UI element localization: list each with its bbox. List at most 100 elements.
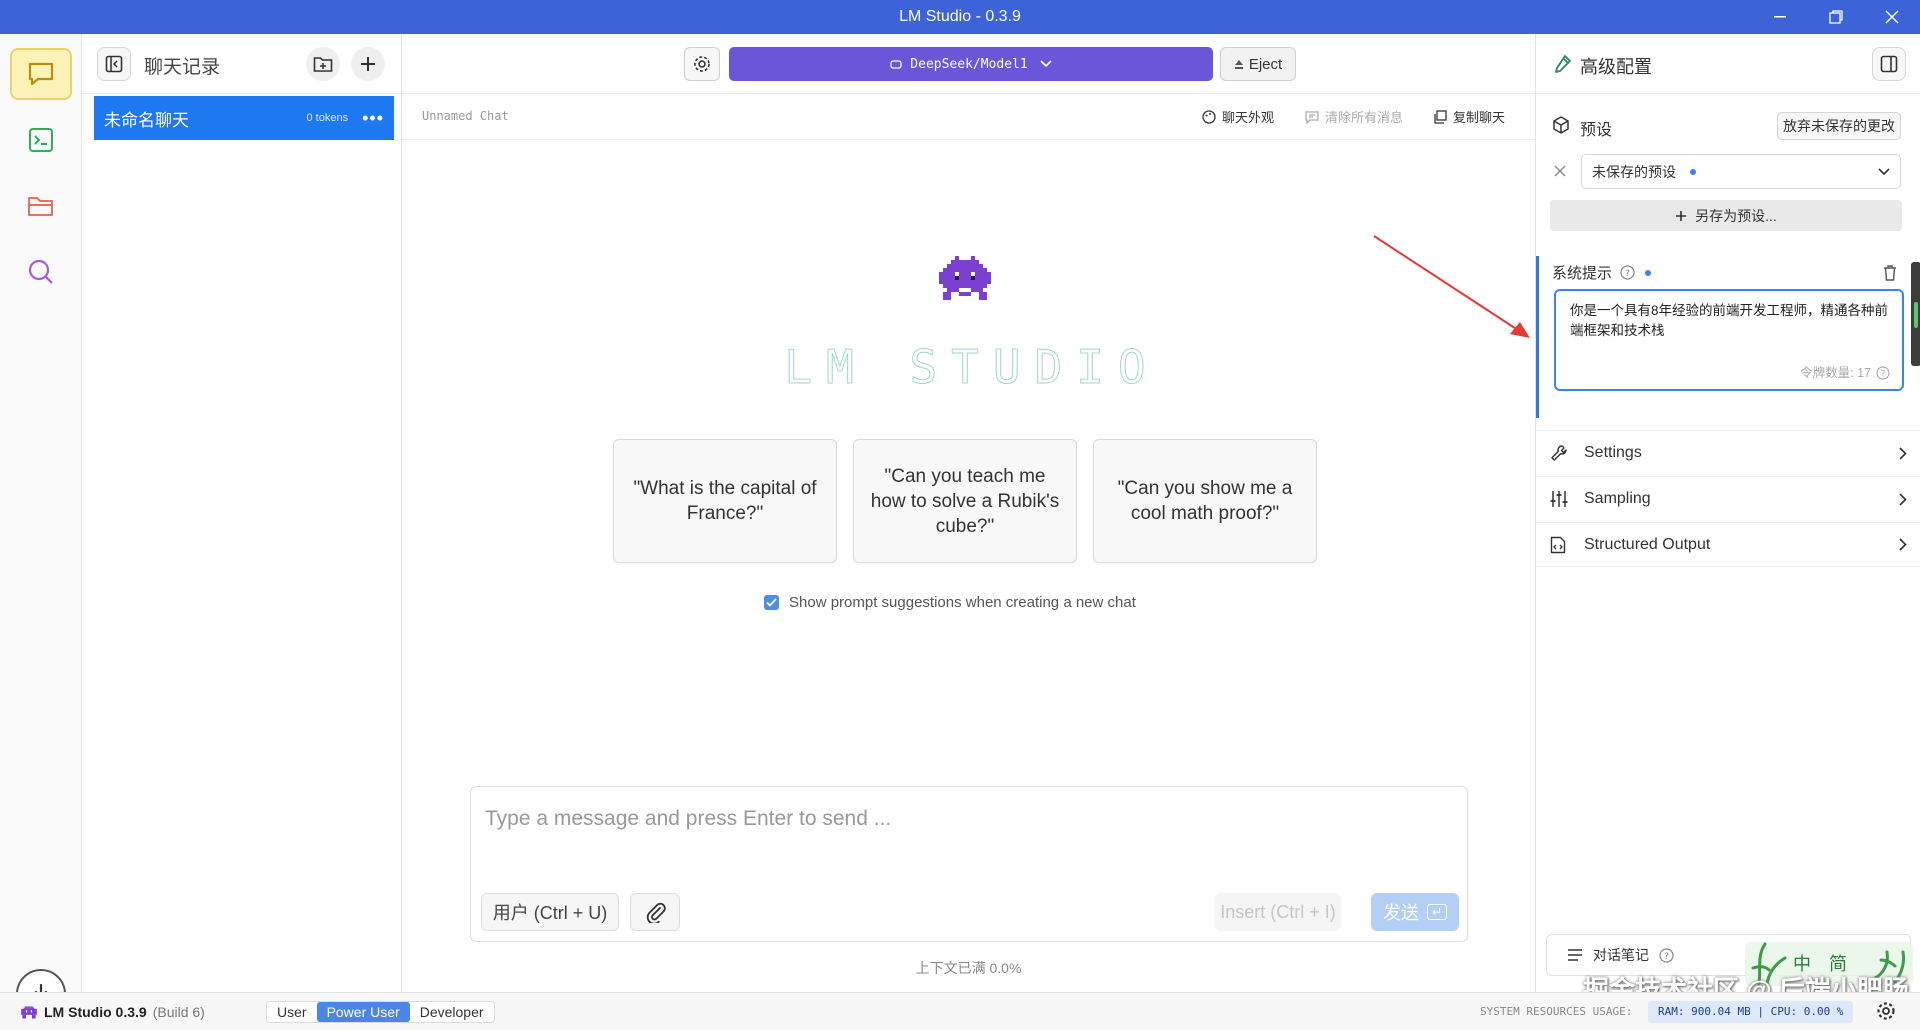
- lm-studio-mascot-icon: [21, 1006, 37, 1018]
- notes-lines-icon: [1568, 949, 1582, 961]
- chevron-down-icon: [1040, 60, 1052, 68]
- copy-icon: [1434, 109, 1447, 124]
- clear-messages-label: 清除所有消息: [1325, 110, 1404, 125]
- chat-item-name: 未命名聊天: [104, 110, 189, 130]
- toggle-config-panel-button[interactable]: [1872, 47, 1906, 81]
- prompt-suggestion-2[interactable]: "Can you teach me how to solve a Rubik's…: [853, 439, 1077, 563]
- lm-studio-logo-text: LM STUDIO: [784, 340, 1160, 395]
- eject-button[interactable]: Eject: [1220, 47, 1296, 81]
- restore-icon: [1829, 10, 1843, 24]
- svg-text:?: ?: [1881, 370, 1886, 380]
- clear-preset-icon[interactable]: [1554, 165, 1566, 177]
- minimize-button[interactable]: [1752, 0, 1808, 34]
- flask-icon: [1555, 55, 1571, 73]
- mode-user[interactable]: User: [267, 1002, 317, 1022]
- model-selector-button[interactable]: DeepSeek/Model1: [729, 47, 1213, 81]
- left-rail: [0, 34, 82, 1019]
- clear-messages-button[interactable]: 清除所有消息: [1305, 107, 1403, 126]
- help-icon[interactable]: ?: [1659, 947, 1674, 963]
- palette-icon: [1202, 109, 1216, 124]
- model-name: DeepSeek/Model1: [910, 56, 1028, 72]
- checkmark-icon: [766, 598, 777, 607]
- wrench-icon: [1551, 445, 1567, 461]
- chat-list-panel: 聊天记录 未命名聊天 0 tokens •••: [82, 34, 402, 992]
- panel-right-icon: [1880, 55, 1898, 73]
- plus-icon: [1676, 210, 1687, 221]
- search-icon: [28, 259, 53, 284]
- help-icon[interactable]: ?: [1620, 265, 1635, 280]
- save-as-preset-button[interactable]: 另存为预设...: [1550, 200, 1902, 231]
- settings-section-row[interactable]: Settings: [1536, 430, 1920, 475]
- copy-chat-button[interactable]: 复制聊天: [1433, 107, 1505, 126]
- preset-select[interactable]: 未保存的预设: [1581, 154, 1901, 189]
- svg-text:?: ?: [1625, 269, 1630, 279]
- close-button[interactable]: [1864, 0, 1920, 34]
- prompt-suggestion-3[interactable]: "Can you show me a cool math proof?": [1093, 439, 1317, 563]
- message-input[interactable]: Type a message and press Enter to send .…: [485, 807, 891, 831]
- chat-list-title: 聊天记录: [144, 57, 221, 78]
- structured-output-section-row[interactable]: Structured Output: [1536, 522, 1920, 567]
- chevron-right-icon: [1899, 492, 1907, 506]
- red-annotation-arrow: [1373, 235, 1530, 338]
- model-toolbar: DeepSeek/Model1 Eject: [402, 34, 1535, 94]
- mode-developer[interactable]: Developer: [410, 1002, 494, 1022]
- chat-list-item[interactable]: 未命名聊天 0 tokens •••: [94, 96, 394, 140]
- chat-bubble-icon: [28, 62, 54, 86]
- paperclip-icon: [646, 902, 666, 923]
- enter-key-icon: ↵: [1426, 904, 1448, 920]
- token-count: 令牌数量: 17 ?: [1800, 363, 1890, 383]
- title-bar: LM Studio - 0.3.9: [0, 0, 1920, 34]
- insert-button[interactable]: Insert (Ctrl + I): [1215, 893, 1341, 931]
- send-button[interactable]: 发送 ↵: [1371, 893, 1459, 931]
- maximize-button[interactable]: [1808, 0, 1864, 34]
- chevron-right-icon: [1899, 446, 1907, 460]
- svg-text:?: ?: [1664, 952, 1669, 962]
- role-toggle-button[interactable]: 用户 (Ctrl + U): [481, 893, 619, 931]
- sampling-section-row[interactable]: Sampling: [1536, 476, 1920, 521]
- system-prompt-section: 系统提示 ? 你是一个具有8年经验的前端开发工程师，精通各种前端框架和技术栈 令…: [1536, 256, 1920, 418]
- preset-label: 预设: [1580, 122, 1613, 139]
- chat-main: DeepSeek/Model1 Eject Unnamed Chat 聊天外观 …: [402, 34, 1535, 992]
- gear-icon[interactable]: [1876, 1001, 1896, 1021]
- config-title: 高级配置: [1580, 57, 1652, 77]
- system-prompt-header: 系统提示 ?: [1552, 262, 1652, 283]
- models-nav-button[interactable]: [10, 180, 72, 232]
- context-usage: 上下文已满 0.0%: [915, 960, 1022, 976]
- chat-appearance-button[interactable]: 聊天外观: [1202, 107, 1274, 126]
- settings-label: Settings: [1584, 444, 1642, 461]
- attach-button[interactable]: [630, 893, 680, 931]
- chat-nav-button[interactable]: [10, 48, 72, 100]
- chevron-right-icon: [1899, 538, 1907, 551]
- show-suggestions-checkbox[interactable]: [764, 595, 779, 610]
- trash-icon[interactable]: [1883, 265, 1897, 281]
- eject-icon: [1234, 59, 1243, 69]
- window-title: LM Studio - 0.3.9: [899, 8, 1021, 25]
- developer-nav-button[interactable]: [10, 114, 72, 166]
- close-icon: [1885, 10, 1899, 24]
- config-header: 高级配置: [1536, 34, 1920, 94]
- system-prompt-unsaved-indicator: [1645, 269, 1652, 276]
- more-options-icon[interactable]: •••: [362, 108, 384, 129]
- discard-changes-button[interactable]: 放弃未保存的更改: [1777, 112, 1901, 140]
- mode-power-user[interactable]: Power User: [316, 1002, 410, 1022]
- config-panel: 高级配置 预设 放弃未保存的更改 未保存的预设 另存为预设... 系统提示 ? …: [1535, 34, 1920, 992]
- app-build: (Build 6): [152, 1004, 205, 1020]
- discover-nav-button[interactable]: [10, 246, 72, 298]
- copy-chat-label: 复制聊天: [1453, 110, 1506, 125]
- prompt-suggestion-1[interactable]: "What is the capital of France?": [613, 439, 837, 563]
- toggle-sidebar-button[interactable]: [97, 47, 131, 81]
- new-chat-button[interactable]: [351, 47, 385, 81]
- mode-switcher: User Power User Developer: [266, 1001, 495, 1023]
- token-count-label: 令牌数量: 17: [1800, 366, 1871, 380]
- save-as-preset-label: 另存为预设...: [1695, 207, 1777, 224]
- help-icon[interactable]: ?: [1876, 366, 1890, 380]
- conversation-notes-label: 对话笔记: [1593, 947, 1649, 963]
- model-settings-button[interactable]: [684, 47, 720, 81]
- chat-title: Unnamed Chat: [422, 109, 509, 123]
- config-scrollbar[interactable]: [1911, 262, 1920, 366]
- show-suggestions-option: Show prompt suggestions when creating a …: [764, 594, 1136, 611]
- new-folder-button[interactable]: [306, 47, 340, 81]
- chat-appearance-label: 聊天外观: [1222, 110, 1275, 125]
- system-prompt-input[interactable]: 你是一个具有8年经验的前端开发工程师，精通各种前端框架和技术栈 令牌数量: 17…: [1554, 289, 1904, 391]
- terminal-icon: [29, 128, 53, 152]
